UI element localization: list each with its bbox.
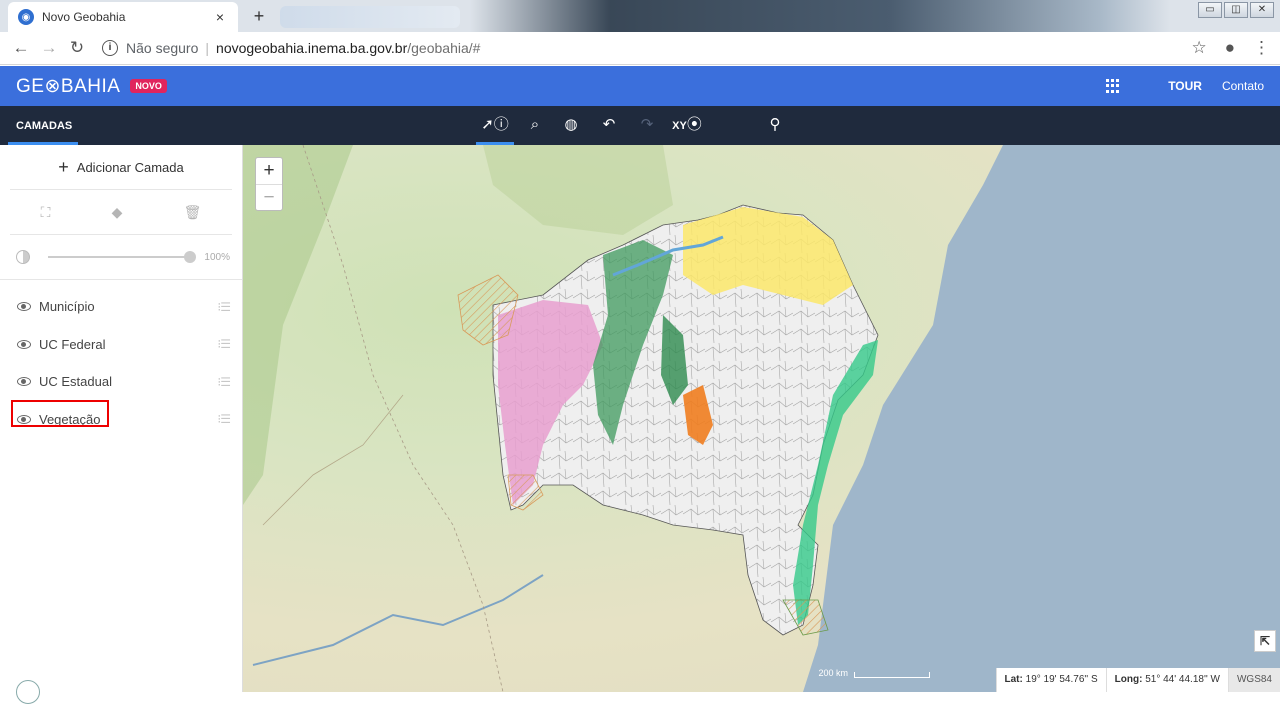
xy-label: XY — [672, 120, 687, 132]
state-border-west — [302, 145, 504, 692]
apps-grid-icon[interactable] — [1106, 79, 1120, 93]
geobahia-logo[interactable]: GE⊗BAHIA — [16, 75, 120, 98]
visibility-eye-icon[interactable] — [17, 414, 31, 424]
scale-line — [854, 672, 930, 678]
url-domain: novogeobahia.inema.ba.gov.br — [216, 40, 408, 56]
security-label: Não seguro — [126, 40, 199, 56]
long-value: 51° 44' 44.18'' W — [1145, 674, 1220, 685]
titlebar-background — [470, 0, 1170, 32]
layer-item-municipio[interactable]: Município ⁝☰ — [0, 288, 242, 326]
layer-item-uc-estadual[interactable]: UC Estadual ⁝☰ — [0, 363, 242, 401]
search-area-tool-icon[interactable]: ⌕ — [516, 112, 554, 139]
tab-camadas[interactable]: CAMADAS — [0, 106, 78, 145]
browser-tabstrip: ◉ Novo Geobahia × + ▭ ◫ ✕ — [0, 0, 1280, 32]
layer-item-vegetacao[interactable]: Vegetação ⁝☰ — [0, 401, 242, 439]
identify-tool-icon[interactable]: ➚ⓘ — [476, 112, 514, 145]
contact-link[interactable]: Contato — [1222, 79, 1264, 93]
add-layer-label: Adicionar Camada — [76, 159, 184, 175]
url-path: /geobahia/# — [407, 40, 481, 56]
globe-favicon-icon: ◉ — [18, 9, 34, 25]
novo-badge: NOVO — [130, 79, 167, 93]
legend-list-icon[interactable]: ⁝☰ — [217, 300, 231, 314]
tab-title: Novo Geobahia — [42, 10, 126, 24]
river — [252, 574, 544, 666]
background-tab[interactable] — [280, 6, 460, 28]
locate-pin-tool-icon[interactable]: ⚲ — [756, 112, 794, 139]
long-label: Long: — [1114, 674, 1143, 685]
zoom-out-button[interactable]: − — [256, 184, 282, 210]
minimize-button[interactable]: ▭ — [1198, 2, 1222, 18]
reload-icon[interactable]: ↻ — [66, 38, 88, 58]
map-layers — [243, 145, 1280, 692]
layer-label: UC Federal — [39, 336, 106, 352]
crs-selector[interactable]: WGS84 — [1227, 668, 1280, 692]
zoom-in-button[interactable]: + — [256, 158, 282, 184]
opacity-value: 100% — [204, 251, 230, 263]
layer-label: Vegetação — [39, 411, 101, 427]
opacity-slider-knob[interactable] — [184, 251, 197, 263]
lat-label: Lat: — [1004, 674, 1023, 685]
address-bar: ← → ↻ i Não seguro | novogeobahia.inema.… — [0, 32, 1280, 65]
url-separator: | — [205, 40, 210, 56]
window-controls: ▭ ◫ ✕ — [1198, 2, 1274, 18]
visibility-eye-icon[interactable] — [17, 302, 31, 312]
globe-tool-icon[interactable]: ◍ — [552, 112, 590, 139]
longitude-display: Long: 51° 44' 44.18'' W — [1105, 668, 1228, 692]
opacity-icon — [16, 250, 30, 264]
new-tab-button[interactable]: + — [248, 6, 270, 28]
redo-tool-icon[interactable]: ↷ — [628, 112, 666, 139]
app-header: GE⊗BAHIA NOVO TOUR Contato — [0, 66, 1280, 106]
xy-locate-tool-icon[interactable]: XY⦿ — [668, 112, 706, 139]
bookmark-star-icon[interactable]: ☆ — [1191, 38, 1206, 58]
visibility-eye-icon[interactable] — [17, 377, 31, 387]
layers-sidebar: + Adicionar Camada ⛶ ◆ 🗑 100% Município … — [0, 145, 243, 704]
scale-bar: 200 km — [818, 668, 930, 678]
close-window-button[interactable]: ✕ — [1250, 2, 1274, 18]
opacity-slider[interactable] — [48, 251, 197, 263]
sidebar-corner-icon[interactable] — [16, 680, 40, 704]
opacity-control: 100% — [0, 235, 242, 280]
url-field[interactable]: i Não seguro | novogeobahia.inema.ba.gov… — [102, 40, 1191, 56]
layer-item-uc-federal[interactable]: UC Federal ⁝☰ — [0, 326, 242, 364]
lat-value: 19° 19' 54.76'' S — [1025, 674, 1098, 685]
close-tab-icon[interactable]: × — [212, 9, 228, 25]
tag-icon[interactable]: ◆ — [112, 204, 123, 221]
vegetation-yellow — [683, 207, 853, 305]
info-icon[interactable]: i — [102, 40, 118, 56]
legend-list-icon[interactable]: ⁝☰ — [217, 337, 231, 351]
legend-list-icon[interactable]: ⁝☰ — [217, 412, 231, 426]
trash-icon[interactable]: 🗑 — [184, 204, 202, 221]
browser-right-icons: ☆ ● ⋮ — [1191, 38, 1270, 58]
menu-dots-icon[interactable]: ⋮ — [1253, 38, 1270, 58]
forward-icon[interactable]: → — [38, 38, 60, 58]
plus-icon: + — [58, 156, 69, 177]
map-toolbar: CAMADAS ➚ⓘ ⌕ ◍ ↶ ↷ XY⦿ ⚲ — [0, 106, 1280, 145]
browser-tab[interactable]: ◉ Novo Geobahia × — [8, 2, 238, 32]
zoom-to-layer-icon[interactable]: ⛶ — [41, 204, 51, 221]
layer-actions: ⛶ ◆ 🗑 — [10, 190, 232, 235]
scale-label: 200 km — [818, 668, 848, 678]
forest-region-2 — [483, 145, 673, 235]
river-2 — [262, 394, 404, 526]
expand-overview-icon[interactable]: ⇱ — [1254, 630, 1276, 652]
add-layer-button[interactable]: + Adicionar Camada — [10, 145, 232, 190]
undo-tool-icon[interactable]: ↶ — [590, 112, 628, 139]
zoom-control: + − — [255, 157, 283, 211]
ocean-area — [803, 145, 1280, 692]
restore-button[interactable]: ◫ — [1224, 2, 1248, 18]
coordinate-readout: Lat: 19° 19' 54.76'' S Long: 51° 44' 44.… — [995, 668, 1280, 692]
layer-label: UC Estadual — [39, 374, 112, 390]
legend-list-icon[interactable]: ⁝☰ — [217, 375, 231, 389]
profile-icon[interactable]: ● — [1225, 38, 1235, 58]
visibility-eye-icon[interactable] — [17, 339, 31, 349]
latitude-display: Lat: 19° 19' 54.76'' S — [995, 668, 1106, 692]
tour-link[interactable]: TOUR — [1168, 79, 1202, 93]
back-icon[interactable]: ← — [10, 38, 32, 58]
layer-label: Município — [39, 299, 95, 315]
map-canvas[interactable]: + − ⇱ 200 km Lat: 19° 19' 54.76'' S Long… — [243, 145, 1280, 692]
